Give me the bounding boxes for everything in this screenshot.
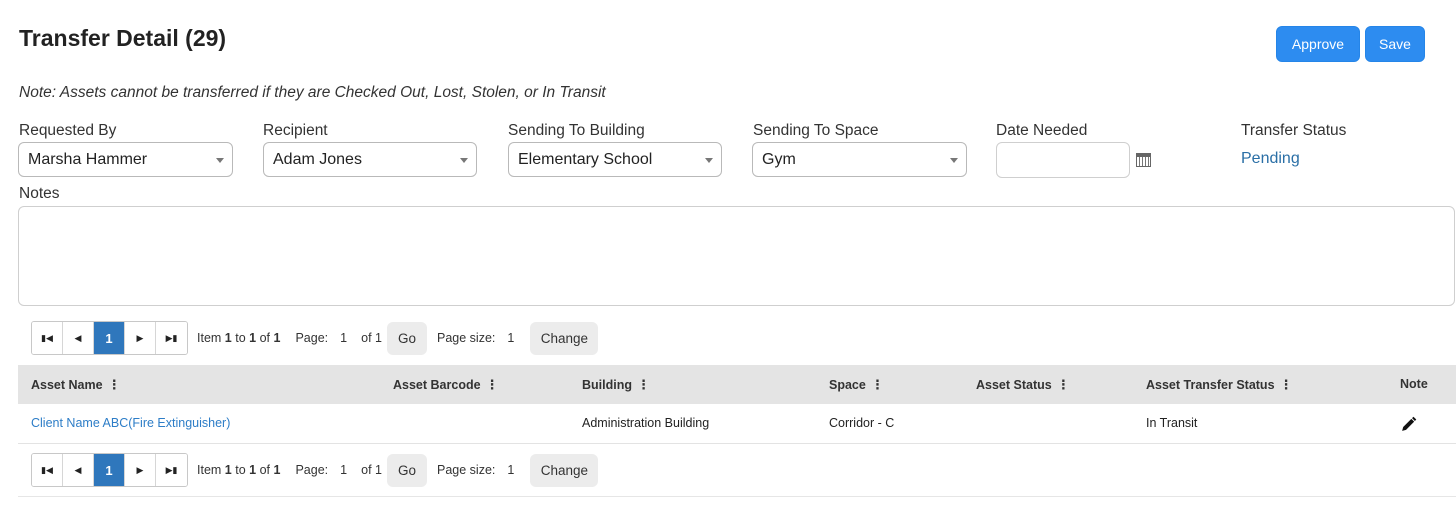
go-button[interactable]: Go [387, 321, 427, 355]
recipient-value: Adam Jones [273, 150, 362, 168]
chevron-down-icon [216, 158, 224, 163]
page-number-button[interactable]: 1 [94, 322, 125, 354]
pager-buttons: ▮◀ ◀ 1 ▶ ▶▮ [31, 321, 188, 355]
first-page-icon[interactable]: ▮◀ [32, 322, 63, 354]
date-needed-label: Date Needed [996, 122, 1088, 139]
requested-by-label: Requested By [19, 122, 117, 139]
page-label: Page: [295, 331, 329, 345]
page-size-input[interactable]: 1 [507, 463, 519, 477]
column-header-asset-name[interactable]: Asset Name ⋮ [31, 377, 121, 393]
kebab-menu-icon[interactable]: ⋮ [108, 377, 121, 393]
notes-textarea[interactable] [18, 206, 1455, 306]
next-page-icon[interactable]: ▶ [125, 322, 156, 354]
asset-name-link[interactable]: Client Name ABC(Fire Extinguisher) [31, 416, 230, 430]
building-cell: Administration Building [582, 416, 710, 430]
approve-button[interactable]: Approve [1276, 26, 1360, 62]
space-cell: Corridor - C [829, 416, 895, 430]
grid-header: Asset Name ⋮ Asset Barcode ⋮ Building ⋮ Spa… [18, 365, 1456, 404]
transfer-status-value: Pending [1241, 150, 1300, 167]
kebab-menu-icon[interactable]: ⋮ [486, 377, 499, 393]
asset-transfer-status-cell: In Transit [1146, 416, 1198, 430]
calendar-icon[interactable] [1136, 153, 1151, 167]
page-title: Transfer Detail (29) [19, 25, 227, 51]
pager-top: ▮◀ ◀ 1 ▶ ▶▮ Item 1 to 1 of 1 Page: 1 of … [31, 321, 599, 355]
item-range: Item 1 to 1 of 1 [197, 463, 281, 477]
chevron-down-icon [460, 158, 468, 163]
save-button[interactable]: Save [1365, 26, 1425, 62]
pager-bottom: ▮◀ ◀ 1 ▶ ▶▮ Item 1 to 1 of 1 Page: 1 of … [31, 453, 599, 487]
column-header-asset-status[interactable]: Asset Status ⋮ [976, 377, 1070, 393]
page-of-total: of 1 [361, 331, 382, 345]
last-page-icon[interactable]: ▶▮ [156, 454, 187, 486]
sending-to-space-value: Gym [762, 150, 796, 168]
item-range: Item 1 to 1 of 1 [197, 331, 281, 345]
kebab-menu-icon[interactable]: ⋮ [1280, 377, 1293, 393]
change-button[interactable]: Change [530, 453, 599, 487]
column-header-asset-barcode[interactable]: Asset Barcode ⋮ [393, 377, 499, 393]
column-header-building[interactable]: Building ⋮ [582, 377, 650, 393]
column-header-note: Note [1400, 377, 1428, 391]
requested-by-select[interactable]: Marsha Hammer [18, 142, 233, 177]
sending-to-building-value: Elementary School [518, 150, 653, 168]
pencil-icon[interactable] [1400, 416, 1417, 433]
date-needed-input[interactable] [996, 142, 1130, 178]
page-label: Page: [295, 463, 329, 477]
change-button[interactable]: Change [530, 321, 599, 355]
chevron-down-icon [950, 158, 958, 163]
chevron-down-icon [705, 158, 713, 163]
recipient-label: Recipient [263, 122, 328, 139]
sending-to-space-label: Sending To Space [753, 122, 879, 139]
prev-page-icon[interactable]: ◀ [63, 322, 94, 354]
page-size-input[interactable]: 1 [507, 331, 519, 345]
sending-to-space-select[interactable]: Gym [752, 142, 967, 177]
next-page-icon[interactable]: ▶ [125, 454, 156, 486]
last-page-icon[interactable]: ▶▮ [156, 322, 187, 354]
first-page-icon[interactable]: ▮◀ [32, 454, 63, 486]
transfer-status-label: Transfer Status [1241, 122, 1347, 139]
table-row: Client Name ABC(Fire Extinguisher) Admin… [18, 404, 1456, 444]
sending-to-building-select[interactable]: Elementary School [508, 142, 722, 177]
page-input[interactable]: 1 [340, 331, 352, 345]
prev-page-icon[interactable]: ◀ [63, 454, 94, 486]
requested-by-value: Marsha Hammer [28, 150, 148, 168]
grid-bottom-divider [18, 496, 1456, 497]
kebab-menu-icon[interactable]: ⋮ [1057, 377, 1070, 393]
page-number-button[interactable]: 1 [94, 454, 125, 486]
kebab-menu-icon[interactable]: ⋮ [871, 377, 884, 393]
page-of-total: of 1 [361, 463, 382, 477]
recipient-select[interactable]: Adam Jones [263, 142, 477, 177]
column-header-asset-transfer-status[interactable]: Asset Transfer Status ⋮ [1146, 377, 1293, 393]
kebab-menu-icon[interactable]: ⋮ [637, 377, 650, 393]
go-button[interactable]: Go [387, 453, 427, 487]
notes-label: Notes [19, 185, 60, 202]
pager-buttons: ▮◀ ◀ 1 ▶ ▶▮ [31, 453, 188, 487]
page-size-label: Page size: [437, 463, 496, 477]
page-input[interactable]: 1 [340, 463, 352, 477]
column-header-space[interactable]: Space ⋮ [829, 377, 884, 393]
page-size-label: Page size: [437, 331, 496, 345]
sending-to-building-label: Sending To Building [508, 122, 645, 139]
transfer-note: Note: Assets cannot be transferred if th… [19, 84, 606, 101]
